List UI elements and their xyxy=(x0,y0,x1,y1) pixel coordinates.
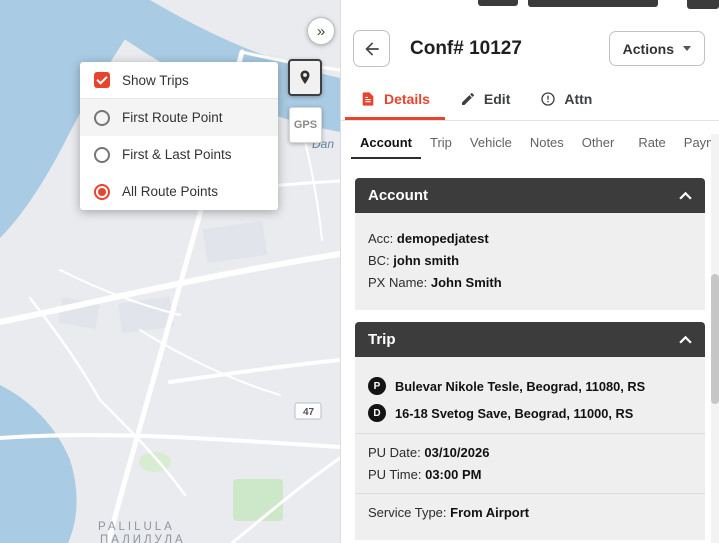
field-value: From Airport xyxy=(450,505,529,520)
account-field: Acc: demopedjatest xyxy=(368,231,692,246)
top-edge-artifact xyxy=(478,0,518,6)
option-all-route-points[interactable]: All Route Points xyxy=(80,173,278,210)
reservation-detail-panel: Conf# 10127 Actions Details Edit xyxy=(340,0,719,543)
field-label: BC: xyxy=(368,253,390,268)
panel-header: Conf# 10127 Actions xyxy=(341,0,719,73)
option-first-last-points[interactable]: First & Last Points xyxy=(80,136,278,173)
option-first-route-point[interactable]: First Route Point xyxy=(80,99,278,136)
main-tabs: Details Edit Attn xyxy=(341,81,719,121)
top-edge-artifact xyxy=(528,0,658,7)
collapse-map-button[interactable]: » xyxy=(307,17,335,45)
field-label: PU Time: xyxy=(368,467,421,482)
dropoff-stop-row: D 16-18 Svetog Save, Beograd, 11000, RS xyxy=(368,404,692,422)
divider xyxy=(355,433,705,434)
account-section-header[interactable]: Account xyxy=(355,178,705,213)
section-title: Account xyxy=(368,187,428,204)
document-icon xyxy=(360,91,376,107)
dropoff-marker-icon: D xyxy=(368,404,386,422)
gps-button[interactable]: GPS xyxy=(289,107,322,143)
field-label: Service Type: xyxy=(368,505,447,520)
field-label: PU Date: xyxy=(368,445,421,460)
subtab-trip[interactable]: Trip xyxy=(421,126,461,159)
field-value: john smith xyxy=(393,253,459,268)
district-label-cyrillic: ПАЛИЛУЛА xyxy=(100,534,186,543)
field-value: John Smith xyxy=(431,275,502,290)
option-label: First Route Point xyxy=(122,110,223,125)
pencil-icon xyxy=(460,91,476,107)
field-value: 03/10/2026 xyxy=(424,445,489,460)
back-button[interactable] xyxy=(353,30,390,67)
service-type-field: Service Type: From Airport xyxy=(368,505,692,520)
pu-date-field: PU Date: 03/10/2026 xyxy=(368,445,692,460)
field-value: demopedjatest xyxy=(397,231,489,246)
chevron-up-icon xyxy=(679,335,692,344)
district-label-latin: PALILULA xyxy=(98,521,175,533)
chevron-up-icon xyxy=(679,191,692,200)
actions-button-label: Actions xyxy=(623,41,674,57)
map-pin-icon xyxy=(296,68,314,88)
map-trips-options-popup: Show Trips First Route Point First & Las… xyxy=(80,62,278,210)
subtab-vehicle[interactable]: Vehicle xyxy=(461,126,521,159)
park-area xyxy=(233,479,283,521)
divider xyxy=(355,493,705,494)
dropoff-address: 16-18 Svetog Save, Beograd, 11000, RS xyxy=(395,406,633,421)
subtab-notes[interactable]: Notes xyxy=(521,126,573,159)
trip-section: Trip P Bulevar Nikole Tesle, Beograd, 11… xyxy=(355,322,705,540)
show-trips-option[interactable]: Show Trips xyxy=(80,62,278,99)
pickup-stop-row: P Bulevar Nikole Tesle, Beograd, 11080, … xyxy=(368,377,692,395)
subtab-rate[interactable]: Rate xyxy=(629,126,674,159)
field-value: 03:00 PM xyxy=(425,467,481,482)
detail-content: Account Acc: demopedjatest BC: john smit… xyxy=(341,160,719,540)
radio-unselected-icon[interactable] xyxy=(94,147,110,163)
tab-label: Details xyxy=(384,91,430,107)
trip-section-header[interactable]: Trip xyxy=(355,322,705,357)
road-badge-label: 47 xyxy=(303,407,315,418)
trip-section-body: P Bulevar Nikole Tesle, Beograd, 11080, … xyxy=(355,357,705,540)
top-edge-artifact xyxy=(687,0,719,9)
scrollbar-track[interactable] xyxy=(711,134,719,543)
actions-button[interactable]: Actions xyxy=(609,31,705,66)
chevron-down-icon xyxy=(683,46,691,51)
checkbox-checked-icon[interactable] xyxy=(94,72,110,88)
field-label: Acc: xyxy=(368,231,393,246)
tab-edit[interactable]: Edit xyxy=(445,81,525,120)
subtab-account[interactable]: Account xyxy=(351,126,421,159)
app-root: 47 Dan PALILULA ПАЛИЛУЛА » GPS Show Trip… xyxy=(0,0,719,543)
scrollbar-thumb[interactable] xyxy=(711,274,719,404)
account-field: PX Name: John Smith xyxy=(368,275,692,290)
arrow-left-icon xyxy=(362,39,382,59)
map-marker-tool-button[interactable] xyxy=(288,59,322,96)
radio-unselected-icon[interactable] xyxy=(94,110,110,126)
pickup-address: Bulevar Nikole Tesle, Beograd, 11080, RS xyxy=(395,379,645,394)
tab-label: Attn xyxy=(564,91,592,107)
map-panel[interactable]: 47 Dan PALILULA ПАЛИЛУЛА » GPS Show Trip… xyxy=(0,0,340,543)
pu-time-field: PU Time: 03:00 PM xyxy=(368,467,692,482)
sub-tabs: Account Trip Vehicle Notes Other Rate Pa… xyxy=(341,124,719,160)
page-title: Conf# 10127 xyxy=(410,38,522,60)
chevrons-right-icon: » xyxy=(317,23,325,40)
subtab-other[interactable]: Other xyxy=(573,126,624,159)
show-trips-label: Show Trips xyxy=(122,73,189,88)
account-field: BC: john smith xyxy=(368,253,692,268)
account-section-body: Acc: demopedjatest BC: john smith PX Nam… xyxy=(355,213,705,310)
option-label: First & Last Points xyxy=(122,147,232,162)
account-section: Account Acc: demopedjatest BC: john smit… xyxy=(355,178,705,310)
option-label: All Route Points xyxy=(122,184,218,199)
tab-details[interactable]: Details xyxy=(345,81,445,120)
tab-attn[interactable]: Attn xyxy=(525,81,607,120)
section-title: Trip xyxy=(368,331,396,348)
alert-icon xyxy=(540,91,556,107)
pickup-marker-icon: P xyxy=(368,377,386,395)
radio-selected-icon[interactable] xyxy=(94,184,110,200)
field-label: PX Name: xyxy=(368,275,427,290)
tab-label: Edit xyxy=(484,91,510,107)
